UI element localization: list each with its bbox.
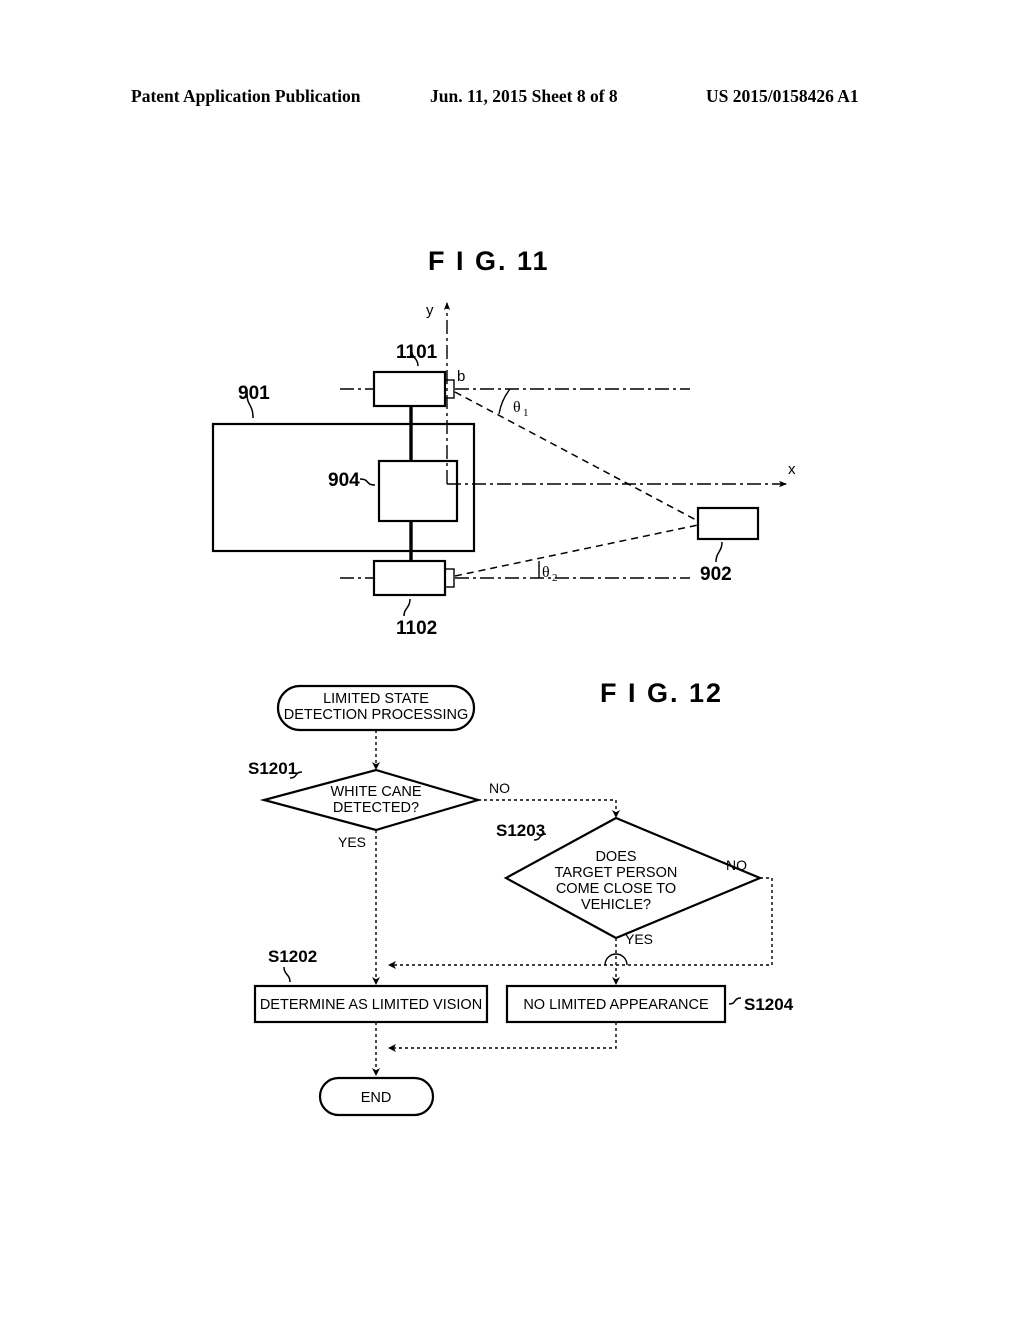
process-s1204-no-limited-appearance: NO LIMITED APPEARANCE (505, 984, 727, 1024)
s1201-label-line1: WHITE CANE (330, 784, 421, 800)
process-s1202-limited-vision: DETERMINE AS LIMITED VISION (253, 984, 489, 1024)
leader-s1202 (283, 966, 291, 983)
connector-s1204-to-merge (388, 1022, 617, 1052)
end-label: END (361, 1090, 392, 1106)
s1203-label-line4: VEHICLE? (581, 897, 651, 913)
s1201-label-line2: DETECTED? (333, 800, 419, 816)
s1203-label-line2: TARGET PERSON (555, 865, 678, 881)
s1204-label: NO LIMITED APPEARANCE (523, 997, 709, 1013)
branch-s1203-yes: YES (612, 931, 653, 985)
step-label-s1204: S1204 (744, 995, 794, 1014)
start-label-line2: DETECTION PROCESSING (284, 707, 469, 723)
s1203-yes-label: YES (625, 931, 653, 947)
leader-s1204 (728, 997, 742, 1005)
s1203-label-line1: DOES (595, 849, 636, 865)
branch-s1201-no: NO (478, 780, 620, 818)
s1201-yes-label: YES (338, 834, 366, 850)
s1203-no-label: NO (726, 857, 747, 873)
decision-s1201-white-cane: WHITE CANE DETECTED? (259, 768, 482, 832)
figure-12-flowchart: LIMITED STATE DETECTION PROCESSING WHITE… (248, 684, 794, 1117)
start-label-line1: LIMITED STATE (323, 691, 429, 707)
step-label-s1201: S1201 (248, 759, 297, 778)
flow-start-terminator: LIMITED STATE DETECTION PROCESSING (276, 684, 476, 732)
s1201-no-label: NO (489, 780, 510, 796)
step-label-s1202: S1202 (268, 947, 317, 966)
flow-end-terminator: END (318, 1076, 435, 1117)
step-label-s1203: S1203 (496, 821, 545, 840)
s1202-label: DETERMINE AS LIMITED VISION (260, 997, 482, 1013)
s1203-label-line3: COME CLOSE TO (556, 881, 676, 897)
